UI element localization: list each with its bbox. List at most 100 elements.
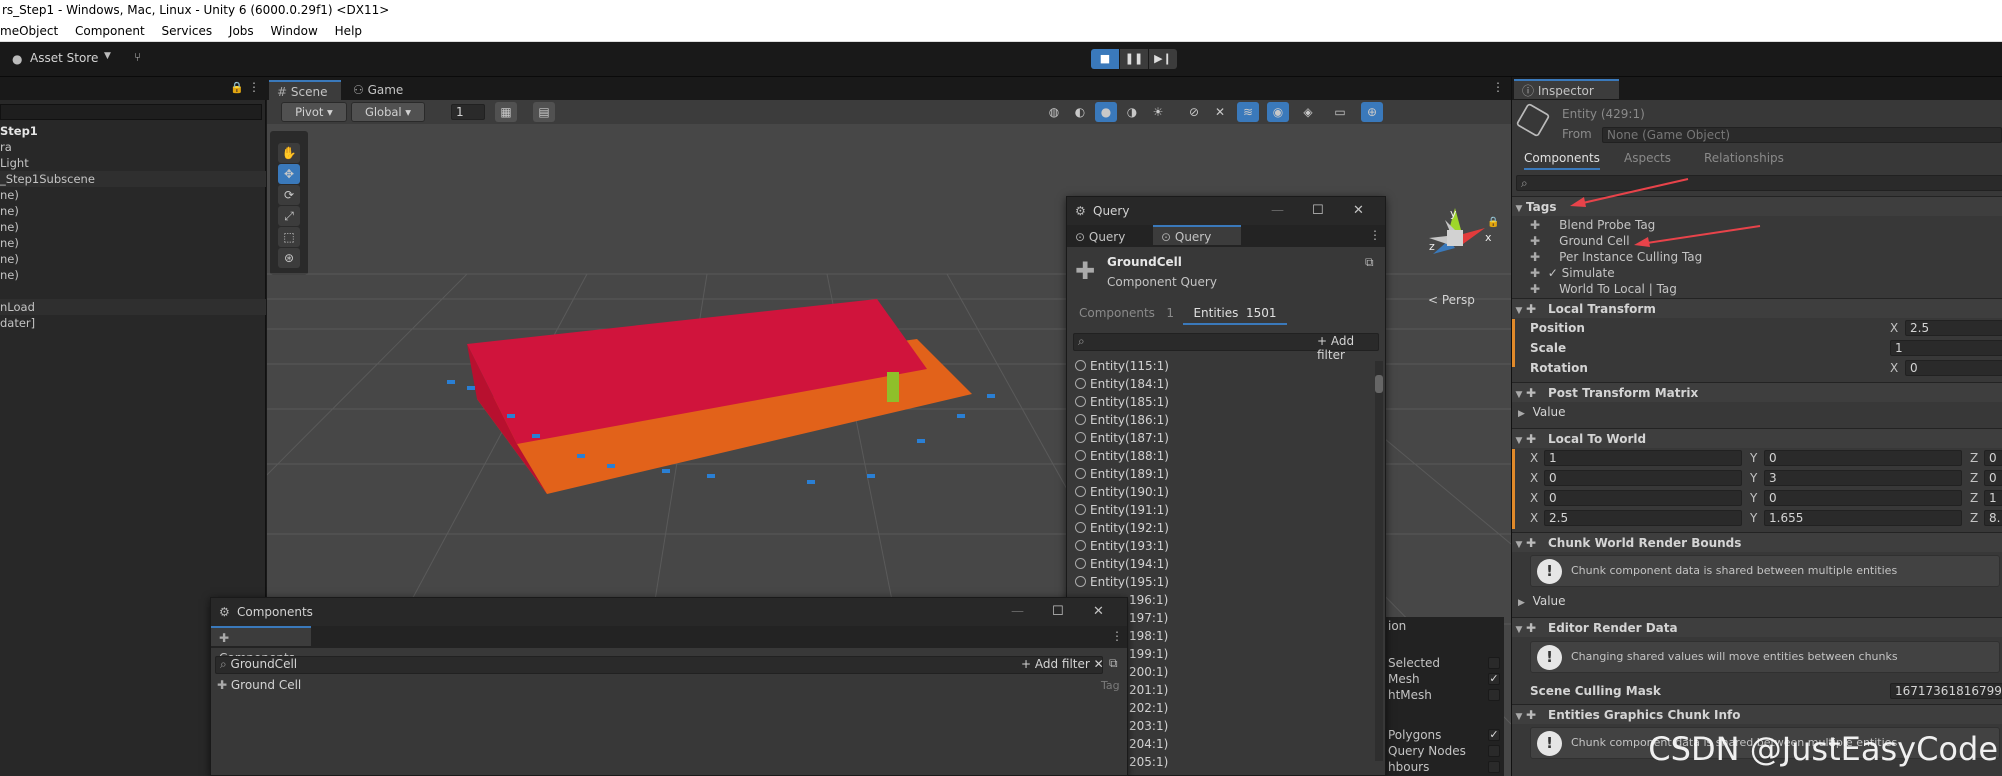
more-options-icon[interactable]: ⋮ <box>1111 629 1123 643</box>
menu-window[interactable]: Window <box>271 24 318 38</box>
list-item[interactable]: Entity(188:1) <box>1075 447 1169 465</box>
mesh-checkbox[interactable]: ✓ <box>1488 673 1500 685</box>
hierarchy-row[interactable]: ne) <box>0 267 266 283</box>
more-options-icon[interactable]: ⋮ <box>1369 228 1381 242</box>
list-item[interactable]: Entity(194:1) <box>1075 555 1169 573</box>
close-icon[interactable]: ✕ <box>1093 598 1104 626</box>
tab-entities-count[interactable]: Entities 1501 <box>1183 306 1287 325</box>
gizmos-icon[interactable]: ⊕ <box>1361 102 1383 122</box>
list-item[interactable]: Entity(115:1) <box>1075 357 1169 375</box>
matrix-cell[interactable]: 0 <box>1764 490 1962 506</box>
component-search-input[interactable]: ⌕ GroundCell <box>215 656 1103 674</box>
local-to-world-header[interactable]: ▼ ✚ Local To World <box>1512 428 2002 448</box>
tags-header[interactable]: ▼ Tags <box>1512 196 2002 216</box>
scrollbar[interactable] <box>1375 361 1383 761</box>
matrix-cell[interactable]: 3 <box>1764 470 1962 486</box>
fx-icon[interactable]: ✕ <box>1209 102 1231 122</box>
shaded-icon[interactable]: ◐ <box>1069 102 1091 122</box>
rotation-x-field[interactable]: 0 <box>1905 360 2002 376</box>
grid-snap-input[interactable]: 1 <box>451 104 485 120</box>
matrix-cell[interactable]: 1 <box>1544 450 1742 466</box>
list-item[interactable]: 198:1) <box>1129 627 1168 645</box>
matrix-cell[interactable]: 0 <box>1544 490 1742 506</box>
list-item[interactable]: Entity(187:1) <box>1075 429 1169 447</box>
minimize-icon[interactable]: — <box>1011 598 1024 626</box>
audio-off-icon[interactable]: ⊘ <box>1183 102 1205 122</box>
maximize-icon[interactable]: ☐ <box>1312 197 1324 225</box>
more-options-icon[interactable]: ⋮ <box>248 80 260 94</box>
list-item[interactable]: Entity(185:1) <box>1075 393 1169 411</box>
menu-jobs[interactable]: Jobs <box>229 24 254 38</box>
tab-components-count[interactable]: Components 1 <box>1079 306 1174 320</box>
version-control-icon[interactable]: ⑂ <box>134 50 141 64</box>
increment-snap-icon[interactable]: ▤ <box>533 102 555 122</box>
matrix-cell[interactable]: 1.655 <box>1764 510 1962 526</box>
tab-game[interactable]: ⚇ Game <box>345 80 411 100</box>
hierarchy-row-dontdestroy[interactable]: nLoad <box>0 299 266 315</box>
component-result[interactable]: ✚ Ground Cell <box>217 678 301 692</box>
open-external-icon[interactable]: ⧉ <box>1365 255 1374 270</box>
asset-store-button[interactable]: Asset Store <box>30 51 98 65</box>
clear-icon[interactable]: ✕ <box>1094 657 1104 671</box>
global-dropdown[interactable]: Global ▾ <box>351 102 425 122</box>
hierarchy-row-scene[interactable]: Step1 <box>0 123 266 139</box>
graphics-chunk-header[interactable]: ▼ ✚ Entities Graphics Chunk Info <box>1512 704 2002 724</box>
tab-components[interactable]: ✚ Components <box>211 626 311 665</box>
layers-dropdown-icon[interactable]: ◈ <box>1297 102 1319 122</box>
components-window-titlebar[interactable]: ⚙ Components — ☐ ✕ <box>211 598 1127 626</box>
matrix-cell[interactable]: 0 <box>1544 470 1742 486</box>
hierarchy-row[interactable]: Light <box>0 155 266 171</box>
hierarchy-row[interactable]: ra <box>0 139 266 155</box>
list-item[interactable]: 201:1) <box>1129 681 1168 699</box>
unlit-icon[interactable]: ● <box>1095 102 1117 122</box>
play-button[interactable]: ■ <box>1091 49 1119 69</box>
position-x-field[interactable]: 2.5 <box>1905 320 2002 336</box>
matrix-cell[interactable]: 2.5 <box>1544 510 1742 526</box>
draw-mode-icon[interactable]: ◍ <box>1043 102 1065 122</box>
neighbours-checkbox[interactable] <box>1488 761 1500 773</box>
editor-render-header[interactable]: ▼ ✚ Editor Render Data <box>1512 617 2002 637</box>
list-item[interactable]: Entity(189:1) <box>1075 465 1169 483</box>
filter-options-icon[interactable]: ⧉ <box>1109 656 1118 671</box>
tab-inspector[interactable]: ⓘ Inspector <box>1514 79 1619 99</box>
step-button[interactable]: ▶❙ <box>1149 49 1177 69</box>
check-icon[interactable]: ✓ <box>1548 266 1558 280</box>
matrix-cell[interactable]: 0 <box>1764 450 1962 466</box>
more-options-icon[interactable]: ⋮ <box>1492 80 1504 94</box>
pivot-dropdown[interactable]: Pivot ▾ <box>281 102 347 122</box>
layers-icon[interactable]: ≋ <box>1237 102 1259 122</box>
camera-icon[interactable]: ▭ <box>1329 102 1351 122</box>
inspector-search-input[interactable]: ⌕ <box>1516 175 2002 191</box>
hierarchy-row[interactable]: ne) <box>0 235 266 251</box>
pause-button[interactable]: ❚❚ <box>1120 49 1148 69</box>
hierarchy-row[interactable]: ne) <box>0 203 266 219</box>
selected-checkbox[interactable] <box>1488 657 1500 669</box>
list-item[interactable]: Entity(195:1) <box>1075 573 1169 591</box>
close-icon[interactable]: ✕ <box>1353 197 1364 225</box>
hierarchy-row-subscene[interactable]: _Step1Subscene <box>0 171 266 187</box>
matrix-cell[interactable]: 8. <box>1984 510 2002 526</box>
hierarchy-row[interactable]: ne) <box>0 219 266 235</box>
list-item[interactable]: Entity(186:1) <box>1075 411 1169 429</box>
tab-scene[interactable]: # Scene <box>269 80 341 100</box>
matrix-cell[interactable]: 0 <box>1984 450 2002 466</box>
menu-services[interactable]: Services <box>161 24 212 38</box>
list-item[interactable]: 203:1) <box>1129 717 1168 735</box>
add-filter-button[interactable]: + Add filter <box>1317 334 1385 362</box>
list-item[interactable]: Entity(193:1) <box>1075 537 1169 555</box>
list-item[interactable]: 204:1) <box>1129 735 1168 753</box>
from-field[interactable]: None (Game Object) <box>1602 127 2002 143</box>
scale-field[interactable]: 1 <box>1890 340 2002 356</box>
tab-query-1[interactable]: ⊙ Query <box>1067 227 1133 247</box>
list-item[interactable]: 200:1) <box>1129 663 1168 681</box>
tab-aspects[interactable]: Aspects <box>1624 151 1671 165</box>
post-transform-header[interactable]: ▼ ✚ Post Transform Matrix <box>1512 382 2002 402</box>
lock-icon[interactable]: 🔒 <box>230 81 244 94</box>
scene-culling-mask-field[interactable]: 16717361816799928 <box>1890 683 2002 699</box>
list-item[interactable]: Entity(184:1) <box>1075 375 1169 393</box>
local-transform-header[interactable]: ▼ ✚ Local Transform <box>1512 298 2002 318</box>
post-transform-value[interactable]: ▶ Value <box>1518 403 1566 421</box>
list-item[interactable]: 199:1) <box>1129 645 1168 663</box>
scrollbar-thumb[interactable] <box>1375 375 1383 393</box>
hierarchy-row[interactable]: ne) <box>0 251 266 267</box>
